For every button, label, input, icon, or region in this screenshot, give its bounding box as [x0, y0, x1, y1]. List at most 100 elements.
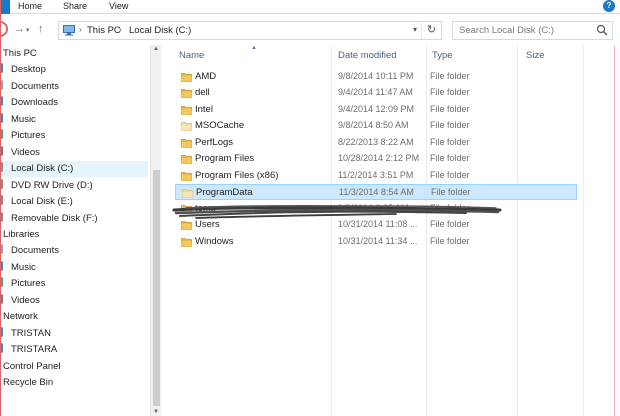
file-date-modified: 10/28/2014 2:12 PM — [338, 153, 420, 164]
file-type: File folder — [430, 169, 470, 180]
nav-item-label: Local Disk (C:) — [11, 163, 74, 175]
nav-item-network[interactable]: Network — [0, 309, 148, 325]
file-name: Intel — [195, 103, 213, 115]
file-row[interactable]: AMD 9/8/2014 10:11 PM File folder — [175, 69, 577, 85]
nav-item-label: Removable Disk (F:) — [11, 212, 98, 224]
file-name: Windows — [195, 235, 234, 247]
nav-item-music[interactable]: Music — [0, 112, 148, 128]
breadcrumb-local-disk-c[interactable]: Local Disk (C:) — [129, 25, 191, 36]
navigation-pane-scrollbar[interactable]: ▲ ▼ — [150, 45, 161, 416]
file-row[interactable]: Intel 9/4/2014 12:09 PM File folder — [175, 102, 577, 118]
recent-locations-dropdown[interactable]: ▾ — [26, 26, 30, 34]
file-date-modified: 9/8/2014 10:11 PM — [338, 71, 414, 81]
column-divider[interactable] — [583, 45, 584, 416]
nav-item-local-disk-e[interactable]: Local Disk (E:) — [0, 194, 148, 210]
back-button[interactable] — [0, 21, 8, 37]
tab-home[interactable]: Home — [18, 1, 42, 11]
nav-item-libraries[interactable]: Libraries — [0, 227, 148, 243]
nav-item-tristara[interactable]: TRISTARA — [0, 342, 148, 358]
help-icon[interactable]: ? — [603, 0, 615, 12]
file-row[interactable]: MSOCache 9/8/2014 8:50 AM File folder — [175, 118, 577, 134]
breadcrumb-this-pc[interactable]: This PC — [87, 25, 121, 36]
file-date-modified: 8/22/2013 8:22 AM — [338, 136, 414, 147]
file-row[interactable]: Windows 10/31/2014 11:34 ... File folder — [175, 234, 577, 250]
file-type: File folder — [430, 103, 470, 114]
file-name: PerfLogs — [195, 136, 234, 148]
window-left-edge — [0, 0, 1, 416]
file-name: dell — [195, 87, 210, 99]
search-box[interactable]: Search Local Disk (C:) — [452, 21, 613, 40]
folder-icon — [181, 237, 192, 247]
nav-item-label: Control Panel — [3, 360, 61, 372]
folder-icon — [181, 138, 192, 148]
nav-item-label: DVD RW Drive (D:) — [11, 179, 93, 191]
file-row[interactable]: Program Files (x86) 11/2/2014 3:51 PM File… — [175, 168, 577, 184]
scroll-down-arrow-icon[interactable]: ▼ — [153, 409, 159, 415]
nav-item-dvd-rw-drive-d[interactable]: DVD RW Drive (D:) — [0, 178, 148, 194]
nav-item-label: Videos — [11, 146, 40, 158]
address-row: → ▾ ↑ › This PC › Local Disk (C:) ▾ ↻ Se… — [0, 14, 620, 45]
breadcrumb-separator: › — [119, 25, 122, 34]
file-row[interactable]: PerfLogs 8/22/2013 8:22 AM File folder — [175, 135, 577, 151]
nav-item-label: Documents — [11, 245, 60, 257]
file-type: File folder — [431, 187, 471, 198]
nav-item-videos[interactable]: Videos — [0, 145, 148, 161]
nav-item-documents[interactable]: Documents — [0, 79, 148, 95]
nav-item-control-panel[interactable]: Control Panel — [0, 359, 148, 375]
nav-item-label: Recycle Bin — [3, 377, 54, 388]
nav-item-downloads[interactable]: Downloads — [0, 95, 148, 111]
nav-item-label: Documents — [11, 80, 60, 92]
file-name: Program Files (x86) — [195, 169, 279, 181]
nav-item-local-disk-c[interactable]: Local Disk (C:) — [0, 161, 148, 178]
nav-item-label: TRISTAN — [11, 327, 51, 339]
tab-share[interactable]: Share — [63, 1, 87, 11]
nav-item-documents[interactable]: Documents — [0, 243, 148, 259]
nav-item-pictures[interactable]: Pictures — [0, 276, 148, 292]
folder-icon — [181, 89, 192, 99]
column-header-size[interactable]: Size — [526, 50, 544, 61]
file-row[interactable]: Program Files 10/28/2014 2:12 PM File fold… — [175, 151, 577, 167]
redaction-scribble — [172, 205, 502, 219]
nav-item-label: Pictures — [11, 278, 46, 290]
nav-item-label: This PC — [3, 48, 37, 59]
folder-icon — [181, 122, 192, 132]
column-header-date-modified[interactable]: Date modified — [338, 50, 397, 61]
scroll-up-arrow-icon[interactable]: ▲ — [153, 46, 159, 52]
scrollbar-thumb[interactable] — [153, 170, 160, 406]
navigation-pane: This PC Desktop Documents Downloads Music Pic… — [0, 45, 150, 416]
search-input[interactable]: Search Local Disk (C:) — [459, 25, 554, 36]
tab-view[interactable]: View — [109, 1, 128, 11]
file-row[interactable]: dell 9/4/2014 11:47 AM File folder — [175, 85, 577, 101]
file-name: MSOCache — [195, 120, 245, 132]
nav-item-removable-disk-f[interactable]: Removable Disk (F:) — [0, 211, 148, 227]
nav-item-label: Local Disk (E:) — [11, 196, 73, 208]
up-button[interactable]: ↑ — [38, 23, 44, 35]
file-date-modified: 9/4/2014 11:47 AM — [338, 87, 413, 98]
search-icon[interactable] — [596, 24, 608, 36]
file-date-modified: 9/8/2014 8:50 AM — [338, 120, 409, 131]
file-tab[interactable] — [0, 0, 10, 14]
nav-item-recycle-bin[interactable]: Recycle Bin — [0, 375, 148, 391]
nav-item-desktop[interactable]: Desktop — [0, 62, 148, 78]
column-header-name[interactable]: Name — [179, 50, 204, 61]
file-type: File folder — [430, 136, 470, 147]
nav-item-music[interactable]: Music — [0, 260, 148, 276]
refresh-button[interactable]: ↻ — [421, 22, 441, 39]
nav-item-videos[interactable]: Videos — [0, 293, 148, 309]
nav-item-label: Videos — [11, 294, 40, 306]
nav-item-label: Music — [11, 113, 36, 125]
file-type: File folder — [430, 153, 470, 164]
address-bar[interactable]: › This PC › Local Disk (C:) ▾ ↻ — [58, 21, 442, 40]
forward-button[interactable]: → — [14, 23, 25, 35]
file-date-modified: 10/31/2014 11:34 ... — [338, 235, 418, 246]
file-type: File folder — [430, 71, 470, 81]
address-dropdown[interactable]: ▾ — [413, 25, 417, 34]
nav-item-label: Pictures — [11, 130, 46, 142]
file-name: ProgramData — [196, 187, 253, 199]
file-type: File folder — [430, 235, 470, 246]
nav-item-pictures[interactable]: Pictures — [0, 128, 148, 144]
nav-item-this-pc[interactable]: This PC — [0, 46, 148, 62]
folder-icon — [182, 189, 193, 199]
nav-item-tristan[interactable]: TRISTAN — [0, 326, 148, 342]
column-header-type[interactable]: Type — [432, 50, 453, 61]
